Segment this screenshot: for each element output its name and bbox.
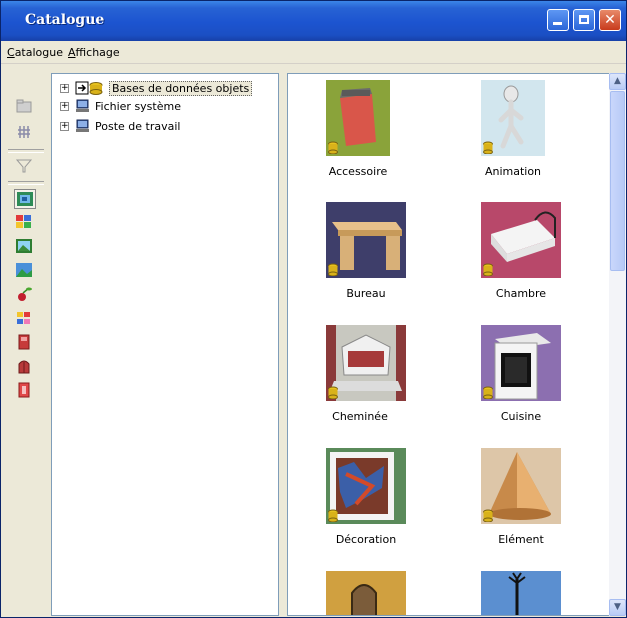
expand-icon[interactable]: + [60, 121, 69, 131]
image-icon [16, 239, 32, 253]
arched-door-thumbnail[interactable] [326, 571, 406, 615]
title-bar[interactable]: Catalogue ✕ [1, 1, 626, 41]
menu-bar: Catalogue Affichage [1, 41, 626, 64]
filter-tool-button[interactable] [14, 157, 36, 177]
lamp-post-thumbnail[interactable] [481, 571, 561, 615]
catalog-item-label[interactable]: Cheminée [300, 410, 420, 423]
bed-thumbnail[interactable] [481, 202, 561, 278]
catalog-view-icon [17, 192, 33, 206]
landscape-tool-button[interactable] [14, 261, 36, 281]
grid-tool-button[interactable] [14, 123, 36, 143]
minimize-button[interactable] [547, 9, 569, 31]
painting-thumbnail[interactable] [326, 448, 406, 524]
chevron-up-icon: ▲ [614, 76, 621, 86]
catalog-item-label[interactable]: Décoration [306, 533, 426, 546]
tree-view[interactable]: + Bases de données objets + Fichier syst… [51, 73, 279, 616]
folder-icon [16, 99, 32, 113]
filter-icon [15, 159, 33, 173]
computer-icon [76, 99, 89, 112]
catalog-view-tool-button[interactable] [14, 189, 36, 209]
red-door-tool-button[interactable] [14, 381, 36, 401]
cherry-icon [18, 287, 32, 301]
catalog-grid: Accessoire Animation Bureau Chambre Chem… [287, 73, 626, 616]
close-button[interactable]: ✕ [599, 9, 621, 31]
door-icon [18, 334, 30, 350]
database-icon [328, 263, 338, 276]
image-tool-button[interactable] [14, 237, 36, 257]
database-icon [328, 386, 338, 399]
color-tiles-tool-button[interactable] [14, 213, 36, 233]
scroll-down-button[interactable]: ▼ [609, 599, 626, 616]
menu-catalogue[interactable]: Catalogue [7, 46, 63, 59]
palette-tool-button[interactable] [14, 309, 36, 329]
catalog-item-label[interactable]: Accessoire [298, 165, 418, 178]
tree-item-label: Fichier système [95, 99, 181, 113]
maximize-icon [579, 15, 589, 24]
toolbar-separator [8, 181, 44, 185]
arch-door-icon [18, 360, 30, 374]
database-icon [328, 509, 338, 522]
arch-door-tool-button[interactable] [14, 357, 36, 377]
expand-icon[interactable]: + [60, 101, 69, 111]
catalog-item-label[interactable]: Elément [461, 533, 581, 546]
accessory-thumbnail[interactable] [326, 80, 390, 156]
landscape-icon [16, 263, 32, 277]
chevron-down-icon: ▼ [614, 602, 621, 612]
desk-thumbnail[interactable] [326, 202, 406, 278]
oven-thumbnail[interactable] [481, 325, 561, 401]
vertical-scrollbar[interactable]: ▲ ▼ [609, 73, 626, 616]
database-icon [328, 141, 338, 154]
vertical-toolbar [5, 77, 47, 417]
cherry-tool-button[interactable] [14, 285, 36, 305]
palette-icon [17, 312, 30, 324]
catalogue-window: Catalogue ✕ Catalogue Affichage + Bases … [0, 0, 627, 618]
toolbar-separator [8, 149, 44, 153]
door-tool-button[interactable] [14, 333, 36, 353]
catalog-item-label[interactable]: Chambre [461, 287, 581, 300]
database-icon [483, 509, 493, 522]
minimize-icon [553, 22, 562, 25]
fireplace-thumbnail[interactable] [326, 325, 406, 401]
database-link-icon [75, 81, 103, 95]
tree-item-fichier-systeme[interactable]: + Fichier système [60, 97, 181, 115]
red-door-icon [18, 382, 30, 398]
catalog-item-label[interactable]: Cuisine [461, 410, 581, 423]
close-icon: ✕ [604, 12, 616, 28]
maximize-button[interactable] [573, 9, 595, 31]
grid-icon [18, 126, 30, 138]
database-icon [483, 386, 493, 399]
scroll-up-button[interactable]: ▲ [609, 73, 626, 90]
color-tiles-icon [16, 215, 31, 228]
tree-item-label: Poste de travail [95, 119, 181, 133]
database-icon [483, 141, 493, 154]
catalog-item-label[interactable]: Animation [453, 165, 573, 178]
database-icon [483, 263, 493, 276]
catalog-item-label[interactable]: Bureau [306, 287, 426, 300]
tree-item-bases-de-donnees[interactable]: + Bases de données objets [60, 79, 253, 97]
cone-thumbnail[interactable] [481, 448, 561, 524]
expand-icon[interactable]: + [60, 83, 69, 93]
workstation-icon [76, 119, 89, 132]
tree-item-poste-de-travail[interactable]: + Poste de travail [60, 117, 180, 135]
tree-item-label: Bases de données objets [109, 80, 253, 96]
menu-affichage[interactable]: Affichage [68, 46, 120, 59]
window-title: Catalogue [25, 12, 105, 28]
scroll-thumb[interactable] [610, 91, 625, 271]
animation-thumbnail[interactable] [481, 80, 545, 156]
folder-tool-button[interactable] [14, 97, 36, 117]
